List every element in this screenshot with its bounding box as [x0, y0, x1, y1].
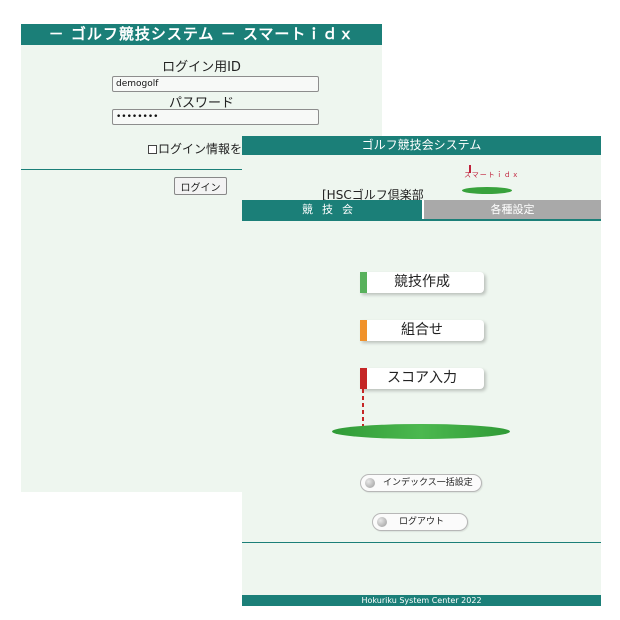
footer-copyright: Hokuriku System Center 2022: [242, 595, 601, 606]
index-bulk-setting-label: インデックス一括設定: [383, 478, 473, 488]
create-competition-button[interactable]: 競技作成: [360, 272, 484, 293]
score-entry-label: スコア入力: [387, 370, 457, 386]
logo-green-icon: [462, 187, 512, 194]
menu-header-title: ゴルフ競技会システム: [242, 136, 601, 155]
login-button[interactable]: ログイン: [174, 177, 227, 195]
remember-login-row[interactable]: ログイン情報を: [148, 140, 242, 157]
green-bar-icon: [360, 272, 367, 293]
golf-green-icon: [332, 424, 510, 439]
menu-divider: [242, 542, 601, 543]
remember-checkbox[interactable]: [148, 145, 157, 154]
radio-dot-icon: [365, 478, 375, 488]
logout-button[interactable]: ログアウト: [372, 513, 468, 531]
remember-label: ログイン情報を: [158, 142, 243, 156]
tab-competition[interactable]: 競技会: [242, 200, 422, 219]
menu-window: ゴルフ競技会システム [HSCゴルフ倶楽部 スマートｉｄｘ 競技会 各種設定 競…: [242, 136, 601, 606]
create-competition-label: 競技作成: [394, 274, 450, 290]
login-id-input[interactable]: [112, 76, 319, 92]
password-input[interactable]: [112, 109, 319, 125]
score-entry-button[interactable]: スコア入力: [360, 368, 484, 389]
logo-text: スマートｉｄｘ: [464, 171, 520, 179]
index-bulk-setting-button[interactable]: インデックス一括設定: [360, 474, 482, 492]
orange-bar-icon: [360, 320, 367, 341]
flag-pole-icon: [362, 389, 364, 429]
login-header-title: － ゴルフ競技システム － スマートｉｄｘ: [21, 24, 382, 45]
logout-label: ログアウト: [399, 517, 445, 527]
red-bar-icon: [360, 368, 367, 389]
login-id-label: ログイン用ID: [162, 60, 241, 75]
tab-underline: [242, 219, 601, 221]
smart-idx-logo: スマートｉｄｘ: [456, 165, 520, 198]
tab-settings[interactable]: 各種設定: [424, 200, 601, 219]
pairing-label: 組合せ: [401, 322, 443, 338]
radio-dot-icon: [377, 517, 387, 527]
tab-bar: 競技会 各種設定: [242, 200, 601, 219]
pairing-button[interactable]: 組合せ: [360, 320, 484, 341]
